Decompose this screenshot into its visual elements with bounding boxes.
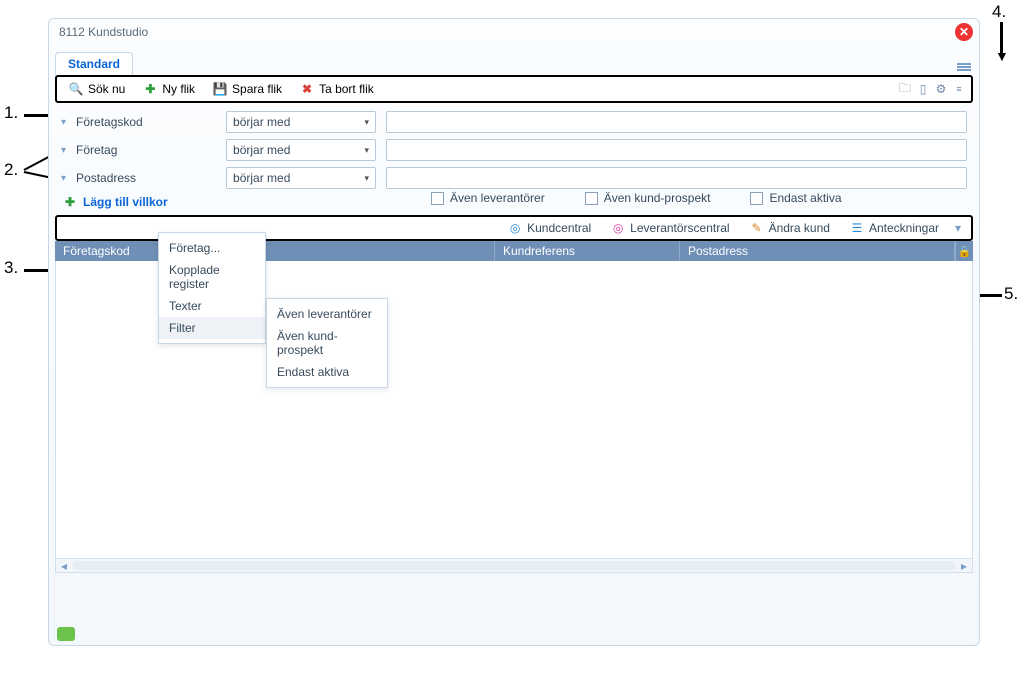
new-tab-label: Ny flik bbox=[162, 82, 195, 96]
plus-icon: ✚ bbox=[143, 82, 157, 96]
folder-icon[interactable]: 🗀 bbox=[897, 81, 913, 97]
chevron-down-icon[interactable]: ▾ bbox=[61, 173, 66, 184]
submenu-endast-aktiva[interactable]: Endast aktiva bbox=[267, 361, 387, 383]
toolbar-overflow-icon[interactable]: ≡ bbox=[951, 81, 967, 97]
edit-icon: ✎ bbox=[750, 221, 764, 235]
kundcentral-label: Kundcentral bbox=[527, 221, 591, 235]
menu-item-filter[interactable]: Filter bbox=[159, 317, 265, 339]
submenu-aven-kundprospekt[interactable]: Även kund-prospekt bbox=[267, 325, 387, 361]
gear-icon[interactable]: ⚙ bbox=[933, 81, 949, 97]
lock-column-icon[interactable]: 🔒 bbox=[955, 241, 973, 261]
add-condition-label: Lägg till villkor bbox=[83, 195, 168, 209]
caret-icon: ▾ bbox=[365, 173, 370, 184]
titlebar: 8112 Kundstudio ✕ bbox=[49, 19, 979, 45]
status-info-icon[interactable] bbox=[57, 627, 75, 641]
tab-standard[interactable]: Standard bbox=[55, 52, 133, 75]
actions-overflow-icon[interactable]: ▾ bbox=[951, 221, 965, 235]
device-icon[interactable]: ▯ bbox=[915, 81, 931, 97]
filter-checks: Även leverantörer Även kund-prospekt End… bbox=[431, 191, 967, 205]
new-tab-button[interactable]: ✚ Ny flik bbox=[135, 79, 203, 99]
filter-input-postadress[interactable] bbox=[386, 167, 967, 189]
main-toolbar: 🔍 Sök nu ✚ Ny flik 💾 Spara flik ✖ Ta bor… bbox=[55, 75, 973, 103]
annotation-1: 1. bbox=[4, 103, 18, 123]
check-endast-aktiva[interactable]: Endast aktiva bbox=[750, 191, 841, 205]
annotation-4: 4. bbox=[992, 2, 1006, 22]
close-button[interactable]: ✕ bbox=[955, 23, 973, 41]
scroll-track[interactable] bbox=[72, 561, 956, 570]
context-menu-addcondition: Företag... Kopplade register Texter Filt… bbox=[158, 232, 266, 344]
plus-icon: ✚ bbox=[63, 195, 77, 209]
tabstrip: Standard bbox=[55, 51, 979, 75]
check-label: Endast aktiva bbox=[769, 191, 841, 205]
checkbox-icon bbox=[431, 192, 444, 205]
check-aven-leverantorer[interactable]: Även leverantörer bbox=[431, 191, 545, 205]
annotation-3: 3. bbox=[4, 258, 18, 278]
globe-icon: ◎ bbox=[611, 221, 625, 235]
filter-op-foretagskod[interactable]: börjar med ▾ bbox=[226, 111, 376, 133]
caret-icon: ▾ bbox=[365, 117, 370, 128]
checkbox-icon bbox=[585, 192, 598, 205]
col-postadress[interactable]: Postadress bbox=[680, 241, 955, 261]
annotation-3-line bbox=[24, 269, 48, 272]
delete-tab-button[interactable]: ✖ Ta bort flik bbox=[292, 79, 382, 99]
chevron-down-icon[interactable]: ▾ bbox=[61, 145, 66, 156]
filter-panel: ▾ Företagskod börjar med ▾ ▾ Företag bör… bbox=[61, 111, 967, 205]
context-submenu-filter: Även leverantörer Även kund-prospekt End… bbox=[266, 298, 388, 388]
menu-item-texter[interactable]: Texter bbox=[159, 295, 265, 317]
save-tab-button[interactable]: 💾 Spara flik bbox=[205, 79, 290, 99]
grid-scrollbar[interactable]: ◂ ▸ bbox=[55, 559, 973, 573]
close-icon: ✕ bbox=[959, 25, 969, 39]
filter-label-postadress: Postadress bbox=[76, 171, 216, 185]
filter-op-value: börjar med bbox=[233, 143, 364, 157]
checkbox-icon bbox=[750, 192, 763, 205]
submenu-aven-leverantorer[interactable]: Även leverantörer bbox=[267, 303, 387, 325]
search-icon: 🔍 bbox=[69, 82, 83, 96]
check-label: Även kund-prospekt bbox=[604, 191, 711, 205]
annotation-4-arrow: ▼ bbox=[995, 48, 1009, 64]
save-icon: 💾 bbox=[213, 82, 227, 96]
anteckningar-button[interactable]: ☰ Anteckningar bbox=[842, 219, 947, 237]
filter-row-foretag: ▾ Företag börjar med ▾ bbox=[61, 139, 967, 161]
filter-op-foretag[interactable]: börjar med ▾ bbox=[226, 139, 376, 161]
save-tab-label: Spara flik bbox=[232, 82, 282, 96]
filter-op-value: börjar med bbox=[233, 115, 364, 129]
leverantorscentral-button[interactable]: ◎ Leverantörscentral bbox=[603, 219, 737, 237]
col-foretagskod[interactable]: Företagskod bbox=[55, 241, 495, 261]
col-kundreferens[interactable]: Kundreferens bbox=[495, 241, 680, 261]
search-now-button[interactable]: 🔍 Sök nu bbox=[61, 79, 133, 99]
filter-row-foretagskod: ▾ Företagskod börjar med ▾ bbox=[61, 111, 967, 133]
leverantorscentral-label: Leverantörscentral bbox=[630, 221, 729, 235]
check-aven-kundprospekt[interactable]: Även kund-prospekt bbox=[585, 191, 711, 205]
annotation-1-line bbox=[24, 114, 48, 117]
menu-item-kopplade-register[interactable]: Kopplade register bbox=[159, 259, 265, 295]
annotation-2: 2. bbox=[4, 160, 18, 180]
filter-input-foretag[interactable] bbox=[386, 139, 967, 161]
andra-kund-button[interactable]: ✎ Ändra kund bbox=[742, 219, 838, 237]
andra-kund-label: Ändra kund bbox=[769, 221, 830, 235]
filter-label-foretagskod: Företagskod bbox=[76, 115, 216, 129]
panel-menu-icon[interactable] bbox=[957, 63, 971, 73]
scroll-left-arrow[interactable]: ◂ bbox=[56, 559, 72, 572]
annotation-5: 5. bbox=[1004, 284, 1018, 304]
delete-icon: ✖ bbox=[300, 82, 314, 96]
anteckningar-label: Anteckningar bbox=[869, 221, 939, 235]
search-now-label: Sök nu bbox=[88, 82, 125, 96]
filter-label-foretag: Företag bbox=[76, 143, 216, 157]
check-label: Även leverantörer bbox=[450, 191, 545, 205]
chevron-down-icon[interactable]: ▾ bbox=[61, 117, 66, 128]
note-icon: ☰ bbox=[850, 221, 864, 235]
filter-row-postadress: ▾ Postadress börjar med ▾ bbox=[61, 167, 967, 189]
filter-input-foretagskod[interactable] bbox=[386, 111, 967, 133]
menu-item-foretag[interactable]: Företag... bbox=[159, 237, 265, 259]
window-title: 8112 Kundstudio bbox=[59, 25, 148, 39]
kundcentral-button[interactable]: ◎ Kundcentral bbox=[500, 219, 599, 237]
filter-op-postadress[interactable]: börjar med ▾ bbox=[226, 167, 376, 189]
caret-icon: ▾ bbox=[365, 145, 370, 156]
delete-tab-label: Ta bort flik bbox=[319, 82, 374, 96]
scroll-right-arrow[interactable]: ▸ bbox=[956, 559, 972, 572]
filter-op-value: börjar med bbox=[233, 171, 364, 185]
globe-icon: ◎ bbox=[508, 221, 522, 235]
